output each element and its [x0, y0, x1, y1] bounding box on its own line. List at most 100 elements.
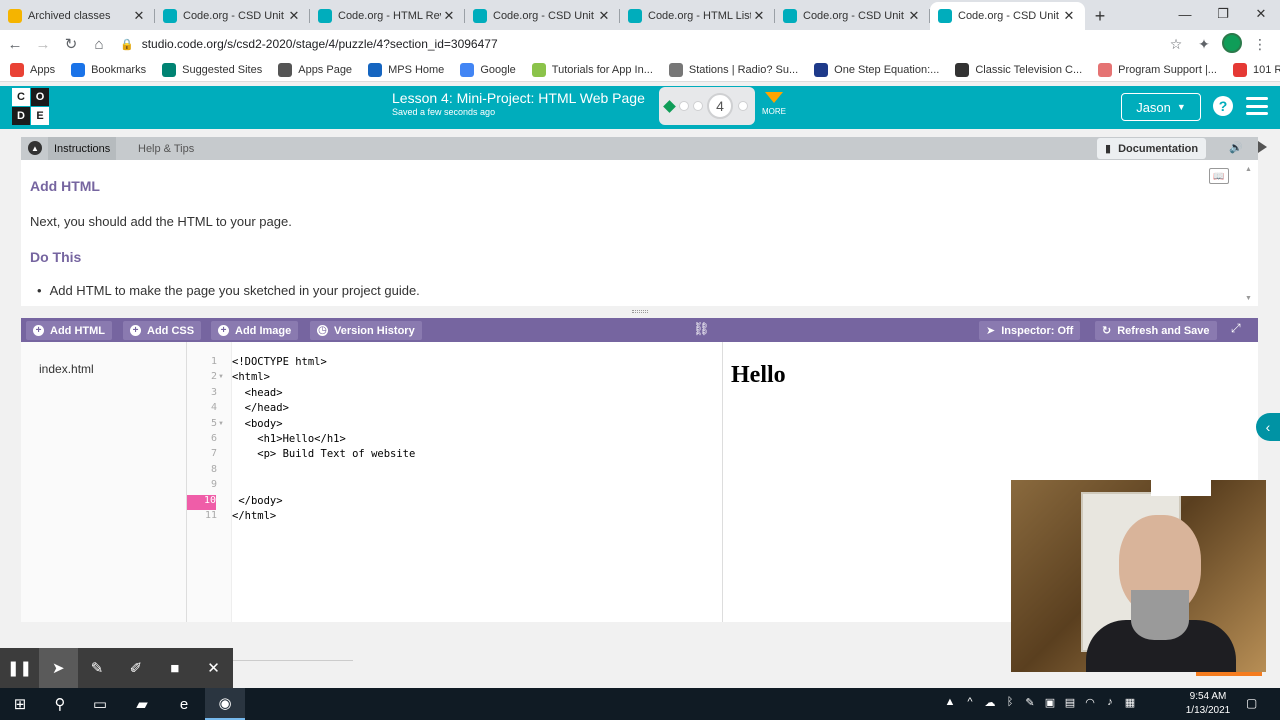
browser-tab[interactable]: Archived classes ✕	[0, 2, 155, 30]
close-annotation-icon[interactable]: ✕	[194, 648, 233, 688]
code-line[interactable]: <!DOCTYPE html>	[232, 356, 327, 368]
bookmark-item[interactable]: Program Support |...	[1098, 62, 1217, 77]
tray-app2-icon[interactable]: ▤	[1060, 696, 1080, 712]
tray-app-icon[interactable]: ▲	[940, 696, 960, 712]
pause-icon[interactable]: ❚❚	[0, 648, 39, 688]
lesson-title[interactable]: Lesson 4: Mini-Project: HTML Web Page	[392, 90, 645, 106]
edge-icon[interactable]: e	[164, 688, 204, 720]
fold-arrow-icon[interactable]: ▼	[218, 374, 224, 380]
bookmark-item[interactable]: Stations | Radio? Su...	[668, 62, 798, 77]
tray-tool-icon[interactable]: ✎	[1020, 696, 1040, 712]
line-number[interactable]: 1	[187, 356, 217, 367]
bookmark-item[interactable]: Tutorials for App In...	[531, 62, 653, 77]
line-number[interactable]: 9	[187, 479, 217, 490]
code-line[interactable]: <html>	[232, 371, 270, 383]
line-number[interactable]: 5	[187, 418, 217, 429]
level-dot[interactable]	[693, 101, 703, 111]
hamburger-menu-icon[interactable]	[1246, 97, 1268, 115]
close-tab-icon[interactable]: ✕	[1061, 8, 1077, 24]
line-number[interactable]: 4	[187, 402, 217, 413]
minimize-icon[interactable]: —	[1166, 0, 1204, 28]
code-org-logo[interactable]: C O D E	[12, 88, 49, 125]
file-item-index[interactable]: index.html	[39, 362, 94, 376]
tray-up-icon[interactable]: ^	[960, 696, 980, 712]
tray-network-icon[interactable]: ▣	[1040, 696, 1060, 712]
immersive-reader-icon[interactable]: 📖	[1209, 168, 1229, 184]
chrome-icon[interactable]: ◉	[205, 688, 245, 720]
bookmark-item[interactable]: MPS Home	[368, 62, 444, 77]
add-html-button[interactable]: + Add HTML	[26, 321, 112, 340]
refresh-save-button[interactable]: ↻ Refresh and Save	[1095, 321, 1217, 340]
expand-icon[interactable]: ⤢	[1231, 321, 1241, 336]
reload-icon[interactable]: ↻	[58, 31, 84, 57]
resize-handle[interactable]	[632, 310, 648, 313]
bookmark-item[interactable]: Apps	[10, 62, 55, 77]
version-history-button[interactable]: ◷ Version History	[310, 321, 422, 340]
chevron-left-icon[interactable]: ‹	[1256, 413, 1280, 441]
code-editor[interactable]: <!DOCTYPE html> <html> <head> </head> <bo…	[232, 342, 723, 622]
tray-cloud-icon[interactable]: ☁	[980, 696, 1000, 712]
bookmark-item[interactable]: 101 Report Card Co...	[1232, 62, 1280, 77]
line-number[interactable]: 7	[187, 448, 217, 459]
add-css-button[interactable]: + Add CSS	[123, 321, 202, 340]
browser-tab[interactable]: Code.org - CSD Unit 2 ✕	[775, 2, 930, 30]
bookmark-item[interactable]: Google	[460, 62, 516, 77]
close-tab-icon[interactable]: ✕	[286, 8, 302, 24]
line-number[interactable]: 8	[187, 464, 217, 475]
bookmark-item[interactable]: Suggested Sites	[162, 62, 262, 77]
highlighter-icon[interactable]: ✐	[116, 648, 155, 688]
close-tab-icon[interactable]: ✕	[131, 8, 147, 24]
close-tab-icon[interactable]: ✕	[441, 8, 457, 24]
search-icon[interactable]: ⚲	[40, 688, 80, 720]
browser-tab[interactable]: Code.org - CSD Unit 2 ✕	[155, 2, 310, 30]
file-explorer-icon[interactable]: ▰	[122, 688, 162, 720]
close-tab-icon[interactable]: ✕	[751, 8, 767, 24]
add-image-button[interactable]: + Add Image	[211, 321, 299, 340]
browser-tab[interactable]: Code.org - HTML Lists ✕	[620, 2, 775, 30]
close-tab-icon[interactable]: ✕	[596, 8, 612, 24]
browser-tab[interactable]: Code.org - CSD Unit 2 ✕	[930, 2, 1085, 30]
wifi-icon[interactable]: ◠	[1080, 696, 1100, 712]
browser-tab[interactable]: Code.org - CSD Unit 2 ✕	[465, 2, 620, 30]
close-tab-icon[interactable]: ✕	[906, 8, 922, 24]
pen-icon[interactable]: ✎	[78, 648, 117, 688]
new-tab-button[interactable]: +	[1085, 2, 1115, 30]
completed-level-icon[interactable]	[663, 99, 676, 113]
more-levels-button[interactable]: MORE	[760, 92, 788, 116]
bookmark-item[interactable]: One Step Equation:...	[814, 62, 939, 77]
camera-icon[interactable]: ■	[155, 648, 194, 688]
line-number[interactable]: 3	[187, 387, 217, 398]
play-audio-icon[interactable]	[1258, 141, 1267, 153]
bluetooth-icon[interactable]: ᛒ	[1000, 696, 1020, 712]
address-bar[interactable]: 🔒 studio.code.org/s/csd2-2020/stage/4/pu…	[120, 32, 1162, 56]
user-menu-button[interactable]: Jason ▼	[1121, 93, 1201, 121]
maximize-icon[interactable]: ❐	[1204, 0, 1242, 28]
line-number[interactable]: 11	[187, 510, 217, 521]
chrome-menu-icon[interactable]: ⋮	[1246, 36, 1274, 53]
help-icon[interactable]: ?	[1213, 96, 1233, 116]
volume-icon[interactable]: ♪	[1100, 696, 1120, 712]
tab-help-tips[interactable]: Help & Tips	[138, 137, 194, 160]
code-line[interactable]: <p> Build Text of website	[232, 448, 415, 460]
bookmark-item[interactable]: Classic Television C...	[955, 62, 1082, 77]
level-dot[interactable]	[738, 101, 748, 111]
speaker-icon[interactable]: 🔊	[1229, 141, 1243, 154]
link-icon[interactable]: ⛓	[693, 321, 710, 337]
bookmark-item[interactable]: Bookmarks	[71, 62, 146, 77]
fold-arrow-icon[interactable]: ▼	[218, 421, 224, 427]
line-number[interactable]: 2	[187, 371, 217, 382]
taskbar-clock[interactable]: 9:54 AM 1/13/2021	[1178, 690, 1238, 718]
bookmark-star-icon[interactable]: ☆	[1162, 36, 1190, 53]
notification-icon[interactable]: ▢	[1246, 696, 1257, 710]
home-icon[interactable]: ⌂	[86, 31, 112, 57]
code-line[interactable]: <h1>Hello</h1>	[232, 433, 346, 445]
extensions-icon[interactable]: ✦	[1190, 36, 1218, 53]
code-line[interactable]: <head>	[232, 387, 283, 399]
windows-start-icon[interactable]: ⊞	[0, 688, 40, 720]
level-dot[interactable]	[679, 101, 689, 111]
browser-tab[interactable]: Code.org - HTML Revie✕	[310, 2, 465, 30]
code-line[interactable]: <body>	[232, 418, 283, 430]
tab-instructions[interactable]: Instructions	[48, 137, 117, 160]
pointer-icon[interactable]: ➤	[38, 648, 78, 688]
task-view-icon[interactable]: ▭	[80, 688, 120, 720]
